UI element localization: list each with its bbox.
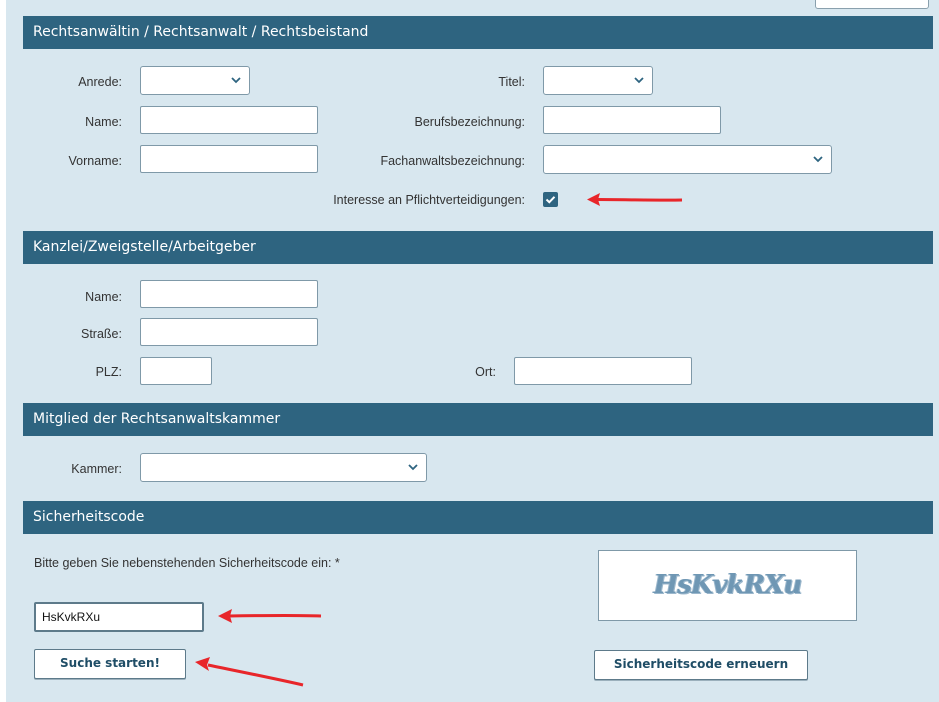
zip-label: PLZ: — [95, 365, 122, 379]
name-input[interactable] — [140, 106, 318, 134]
street-label: Straße: — [81, 327, 122, 341]
title-select[interactable] — [543, 66, 653, 95]
section-header-security: Sicherheitscode — [23, 501, 933, 534]
security-prompt: Bitte geben Sie nebenstehenden Sicherhei… — [34, 556, 340, 570]
office-name-input[interactable] — [140, 280, 318, 308]
firstname-label: Vorname: — [68, 154, 122, 168]
profession-input[interactable] — [543, 106, 721, 134]
salutation-select[interactable] — [140, 66, 250, 95]
top-button-partial[interactable] — [815, 0, 929, 9]
street-input[interactable] — [140, 318, 318, 346]
interest-label: Interesse an Pflichtverteidigungen: — [333, 193, 525, 207]
chevron-down-icon — [634, 77, 644, 84]
section-header-office: Kanzlei/Zweigstelle/Arbeitgeber — [23, 231, 933, 264]
chamber-label: Kammer: — [71, 462, 122, 476]
captcha-image: HsKvkRXu — [598, 550, 857, 621]
specialist-label: Fachanwaltsbezeichnung: — [380, 154, 525, 168]
section-header-chamber: Mitglied der Rechtsanwaltskammer — [23, 403, 933, 436]
annotation-arrow-icon — [587, 193, 683, 206]
zip-input[interactable] — [140, 357, 212, 385]
search-button[interactable]: Suche starten! — [34, 649, 186, 679]
interest-checkbox[interactable] — [543, 192, 558, 207]
captcha-text: HsKvkRXu — [653, 570, 803, 600]
firstname-input[interactable] — [140, 145, 318, 173]
salutation-label: Anrede: — [78, 75, 122, 89]
renew-captcha-button[interactable]: Sicherheitscode erneuern — [594, 650, 808, 680]
annotation-arrow-icon — [195, 657, 304, 687]
chevron-down-icon — [231, 77, 241, 84]
office-name-label: Name: — [85, 290, 122, 304]
specialist-select[interactable] — [543, 145, 832, 174]
checkmark-icon — [545, 196, 556, 204]
profession-label: Berufsbezeichnung: — [414, 115, 526, 129]
title-label: Titel: — [498, 75, 525, 89]
name-label: Name: — [85, 115, 122, 129]
city-label: Ort: — [475, 365, 496, 379]
annotation-arrow-icon — [218, 609, 322, 623]
security-code-input[interactable] — [34, 602, 204, 632]
chevron-down-icon — [408, 464, 418, 471]
chamber-select[interactable] — [140, 453, 427, 482]
section-header-lawyer: Rechtsanwältin / Rechtsanwalt / Rechtsbe… — [23, 16, 933, 49]
chevron-down-icon — [813, 156, 823, 163]
city-input[interactable] — [514, 357, 692, 385]
